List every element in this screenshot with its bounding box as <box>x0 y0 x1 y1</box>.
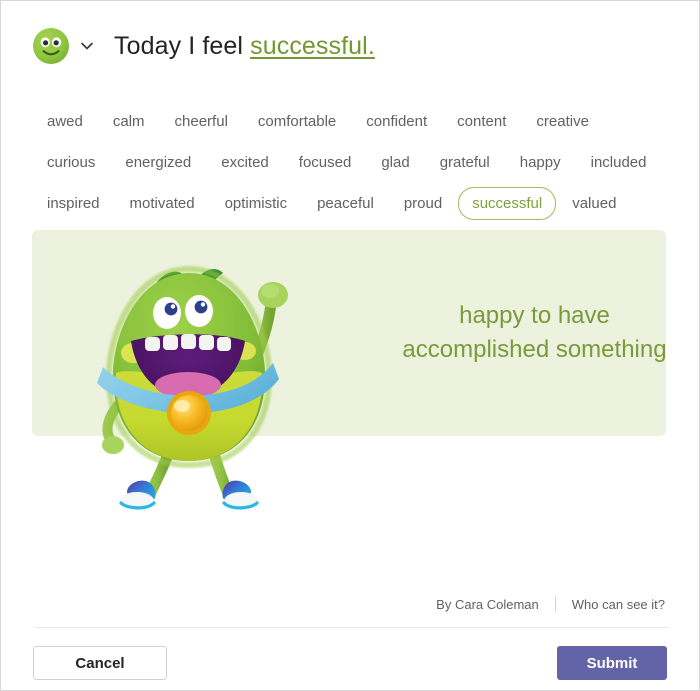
submit-button[interactable]: Submit <box>557 646 667 680</box>
mood-word-peaceful[interactable]: peaceful <box>303 187 388 220</box>
mood-link[interactable]: successful. <box>250 32 375 60</box>
byline: By Cara Coleman Who can see it? <box>436 596 665 612</box>
mood-word-content[interactable]: content <box>443 105 520 138</box>
byline-divider <box>554 596 556 612</box>
mood-caption-line-2: accomplished something <box>402 336 667 363</box>
dialog-header: Today I feel successful. <box>32 27 375 65</box>
mood-word-awed[interactable]: awed <box>33 105 97 138</box>
chevron-down-icon[interactable] <box>70 27 104 65</box>
page-title: Today I feel successful. <box>114 32 375 61</box>
mood-word-glad[interactable]: glad <box>367 146 423 179</box>
mood-dialog: Today I feel successful. awed calm cheerfu… <box>0 0 700 691</box>
mood-word-excited[interactable]: excited <box>207 146 283 179</box>
mood-word-energized[interactable]: energized <box>111 146 205 179</box>
mood-word-included[interactable]: included <box>577 146 661 179</box>
mood-word-successful[interactable]: successful <box>458 187 557 220</box>
mood-word-list: awed calm cheerful comfortable confident cont… <box>32 101 672 224</box>
title-prefix: Today I feel <box>114 31 251 60</box>
mood-word-inspired[interactable]: inspired <box>33 187 114 220</box>
mood-caption: happy to have accomplished something <box>372 230 697 436</box>
mood-caption-line-1: happy to have <box>459 302 610 329</box>
mood-word-calm[interactable]: calm <box>99 105 159 138</box>
mood-word-optimistic[interactable]: optimistic <box>211 187 302 220</box>
mood-word-motivated[interactable]: motivated <box>116 187 209 220</box>
byline-author: By Cara Coleman <box>436 596 539 612</box>
mood-word-curious[interactable]: curious <box>33 146 109 179</box>
mood-word-cheerful[interactable]: cheerful <box>161 105 242 138</box>
mood-word-grateful[interactable]: grateful <box>426 146 504 179</box>
mood-word-focused[interactable]: focused <box>285 146 366 179</box>
mood-word-valued[interactable]: valued <box>558 187 630 220</box>
mood-word-confident[interactable]: confident <box>352 105 441 138</box>
mood-word-creative[interactable]: creative <box>522 105 603 138</box>
mood-preview-card: happy to have accomplished something <box>32 230 667 436</box>
who-can-see-it-link[interactable]: Who can see it? <box>572 597 665 612</box>
mood-word-proud[interactable]: proud <box>390 187 456 220</box>
mood-word-comfortable[interactable]: comfortable <box>244 105 350 138</box>
footer-divider <box>34 627 668 628</box>
green-smiley-face-icon[interactable] <box>32 27 70 65</box>
mood-word-happy[interactable]: happy <box>506 146 575 179</box>
cancel-button[interactable]: Cancel <box>33 646 167 680</box>
